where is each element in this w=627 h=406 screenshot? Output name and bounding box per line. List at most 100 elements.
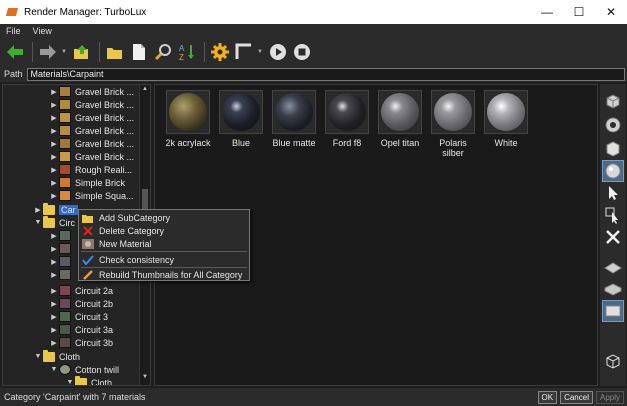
play-icon (270, 44, 286, 60)
torus-view-button[interactable] (602, 114, 624, 136)
assign-button[interactable] (602, 204, 624, 226)
tree-item[interactable]: ▶ Gravel Brick ... (49, 85, 134, 98)
tree-item[interactable]: ▶ Gravel Brick ... (49, 137, 134, 150)
tree-item[interactable]: ▶ Gravel Brick ... (49, 98, 134, 111)
tree-item[interactable]: ▶ Circuit 2a (49, 284, 113, 297)
new-document-button[interactable] (128, 41, 150, 63)
expand-arrow-icon[interactable]: ▶ (49, 287, 59, 295)
tree-item[interactable]: ▼ Cotton twill (49, 363, 119, 376)
material-name: 2k acrylack (165, 138, 211, 148)
tree-item[interactable]: ▶ (49, 242, 75, 255)
minimize-button[interactable]: — (531, 0, 563, 24)
close-button[interactable]: ✕ (595, 0, 627, 24)
delete-button[interactable] (602, 226, 624, 248)
tree-item[interactable]: ▶ (49, 229, 75, 242)
menu-item-new-material[interactable]: New Material (81, 237, 247, 250)
tree-item[interactable]: ▼ Circ (33, 215, 75, 229)
tree-item[interactable]: ▼ Cloth (65, 375, 112, 385)
expand-arrow-icon[interactable]: ▶ (49, 232, 59, 240)
play-button[interactable] (267, 41, 289, 63)
tree-item[interactable]: ▶ Simple Brick (49, 176, 125, 189)
menu-file[interactable]: File (0, 26, 27, 36)
expand-arrow-icon[interactable]: ▶ (49, 179, 59, 187)
sort-button[interactable]: AZ (176, 41, 198, 63)
expand-arrow-icon[interactable]: ▶ (49, 114, 59, 122)
expand-arrow-icon[interactable]: ▶ (49, 88, 59, 96)
tree-item[interactable]: ▼ Cloth (33, 349, 80, 363)
tree-item[interactable]: ▶ Gravel Brick ... (49, 150, 134, 163)
tree-item[interactable]: ▶ Rough Reali... (49, 163, 132, 176)
tree-item[interactable]: ▶ Simple Squa... (49, 189, 134, 202)
folder-up-button[interactable] (71, 41, 93, 63)
expand-arrow-icon[interactable]: ▶ (49, 166, 59, 174)
expand-arrow-icon[interactable]: ▶ (49, 245, 59, 253)
collapse-arrow-icon[interactable]: ▼ (33, 353, 43, 360)
collapse-arrow-icon[interactable]: ▼ (33, 219, 43, 226)
menu-view[interactable]: View (27, 26, 58, 36)
material-thumbnail-icon (59, 99, 71, 110)
expand-arrow-icon[interactable]: ▶ (49, 300, 59, 308)
expand-arrow-icon[interactable]: ▶ (49, 339, 59, 347)
sphere-view-button[interactable] (602, 160, 624, 182)
slab-view-button[interactable] (602, 278, 624, 300)
stop-button[interactable] (291, 41, 313, 63)
expand-arrow-icon[interactable]: ▶ (49, 101, 59, 109)
material-item[interactable]: Ford f8 (324, 90, 370, 148)
wire-cube-button[interactable] (602, 350, 624, 372)
cancel-button[interactable]: Cancel (560, 390, 593, 404)
menu-item-add-subcategory[interactable]: Add SubCategory (81, 211, 247, 224)
menu-item-check-consistency[interactable]: Check consistency (81, 253, 247, 266)
tree-item[interactable]: ▶ Circuit 3b (49, 336, 113, 349)
menu-item-delete-category[interactable]: Delete Category (81, 224, 247, 237)
expand-arrow-icon[interactable]: ▶ (49, 192, 59, 200)
path-input[interactable]: Materials\Carpaint (26, 67, 625, 81)
collapse-arrow-icon[interactable]: ▼ (65, 379, 75, 385)
tree-item-carpaint[interactable]: ▶ Car (33, 202, 78, 216)
material-item[interactable]: White (483, 90, 529, 148)
select-button[interactable] (602, 182, 624, 204)
material-item[interactable]: Polaris silber (430, 90, 476, 158)
forward-dropdown-icon[interactable]: ▼ (61, 49, 67, 55)
material-item[interactable]: 2k acrylack (165, 90, 211, 148)
surface-view-button[interactable] (602, 300, 624, 322)
expand-arrow-icon[interactable]: ▶ (49, 140, 59, 148)
expand-arrow-icon[interactable]: ▶ (49, 271, 59, 279)
menu-item-rebuild-thumbnails[interactable]: Rebuild Thumbnails for All Category (81, 268, 247, 281)
settings-button[interactable] (209, 41, 231, 63)
open-folder-button[interactable] (104, 41, 126, 63)
cube-view-button[interactable] (602, 90, 624, 112)
tree-item[interactable]: ▶ Circuit 3a (49, 323, 113, 336)
apply-button[interactable]: Apply (595, 390, 624, 404)
ok-button[interactable]: OK (537, 390, 558, 404)
tree-item[interactable]: ▶ (49, 255, 75, 268)
back-button[interactable] (4, 41, 26, 63)
maximize-button[interactable]: ☐ (563, 0, 595, 24)
app-icon (6, 6, 18, 18)
expand-arrow-icon[interactable]: ▶ (49, 326, 59, 334)
material-item[interactable]: Blue matte (271, 90, 317, 148)
box-view-button[interactable] (602, 138, 624, 160)
material-name: Polaris silber (439, 138, 467, 158)
svg-text:Z: Z (179, 53, 184, 61)
tree-item[interactable]: ▶ Gravel Brick ... (49, 111, 134, 124)
collapse-arrow-icon[interactable]: ▼ (49, 366, 59, 373)
cursor-icon (609, 186, 618, 200)
tree-item[interactable]: ▶ Circuit 2b (49, 297, 113, 310)
frame-button[interactable] (233, 41, 255, 63)
frame-dropdown-icon[interactable]: ▼ (257, 49, 263, 55)
tree-item[interactable]: ▶ (49, 268, 75, 281)
expand-arrow-icon[interactable]: ▶ (49, 258, 59, 266)
expand-arrow-icon[interactable]: ▶ (33, 206, 43, 214)
forward-button[interactable] (37, 41, 59, 63)
material-item[interactable]: Opel titan (377, 90, 423, 148)
scroll-down-icon[interactable]: ▼ (140, 374, 150, 384)
expand-arrow-icon[interactable]: ▶ (49, 127, 59, 135)
expand-arrow-icon[interactable]: ▶ (49, 313, 59, 321)
tree-item[interactable]: ▶ Gravel Brick ... (49, 124, 134, 137)
material-item[interactable]: Blue (218, 90, 264, 148)
expand-arrow-icon[interactable]: ▶ (49, 153, 59, 161)
tree-item[interactable]: ▶ Circuit 3 (49, 310, 108, 323)
scroll-up-icon[interactable]: ▲ (140, 86, 150, 96)
search-button[interactable] (152, 41, 174, 63)
plane-view-button[interactable] (602, 256, 624, 278)
